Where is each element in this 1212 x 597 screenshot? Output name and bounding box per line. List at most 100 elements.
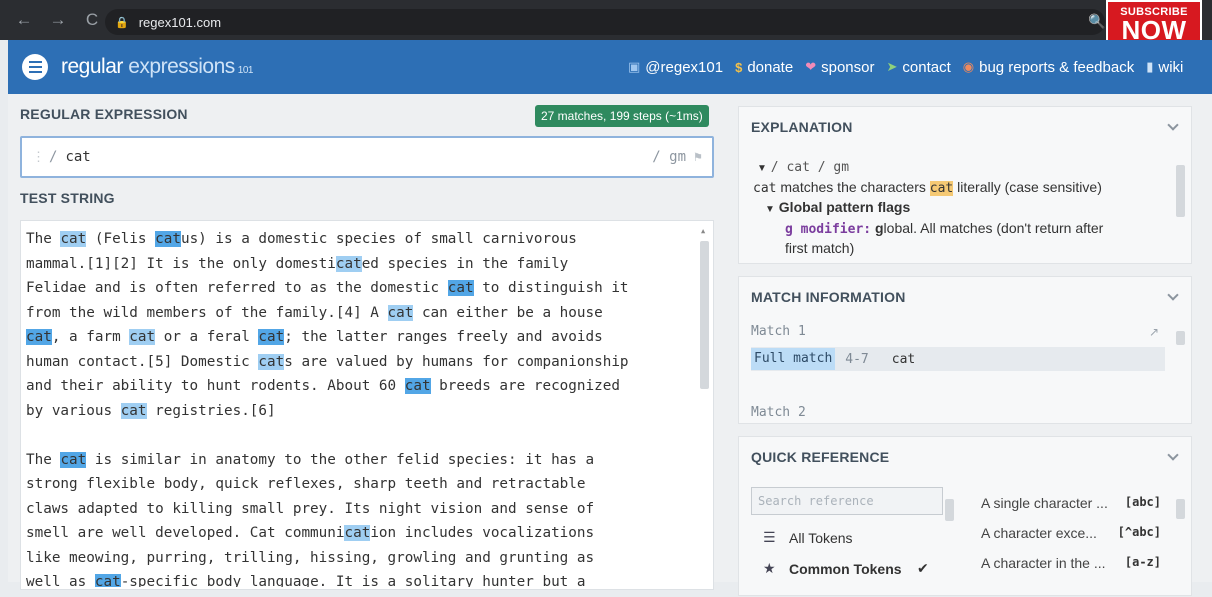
category-all-tokens[interactable]: ☰ All Tokens — [763, 529, 853, 546]
full-match-value: cat — [891, 351, 916, 367]
sidebar-panel: EXPLANATION ▼ / cat / gm cat matches the… — [726, 94, 1212, 596]
address-bar[interactable]: 🔒 regex101.com — [105, 9, 1105, 35]
explanation-scrollbar[interactable] — [1176, 153, 1185, 253]
explanation-text-a: matches the characters — [780, 179, 926, 195]
menu-icon[interactable] — [22, 54, 48, 80]
test-string-line: strong flexible body, quick reflexes, sh… — [26, 476, 586, 492]
test-string-scrollbar[interactable]: ▲ — [700, 227, 709, 597]
contact-link[interactable]: ➤ contact — [886, 59, 950, 76]
drag-handle-icon[interactable]: ⋮ — [32, 150, 45, 165]
match-1-label: Match 1 — [751, 324, 806, 339]
explanation-line: cat matches the characters cat literally… — [753, 178, 1159, 198]
regex-input[interactable]: ⋮ / cat / gm ⚑ — [20, 136, 714, 178]
address-url: regex101.com — [138, 14, 222, 30]
category-label: Common Tokens — [789, 560, 902, 577]
test-string-line: from the wild members of the family.[4] … — [26, 304, 603, 321]
reference-item-token: [a-z] — [1124, 555, 1161, 569]
share-icon[interactable]: ↗ — [1149, 325, 1159, 339]
forward-icon[interactable]: → — [44, 6, 72, 34]
chevron-down-icon[interactable] — [1167, 119, 1179, 131]
sponsor-link[interactable]: ❤ sponsor — [805, 59, 874, 76]
match-info-scrollbar[interactable] — [1176, 321, 1185, 417]
g-modifier-first: g — [874, 220, 884, 236]
full-match-label: Full match — [751, 348, 836, 370]
regex-match-highlight: cat — [60, 451, 87, 468]
categories-scrollbar[interactable] — [945, 487, 954, 597]
app-header: regular expressions 101 ▣ @regex101 $ don… — [8, 40, 1212, 94]
header-links: ▣ @regex101 $ donate ❤ sponsor ➤ contact… — [628, 40, 1183, 94]
test-string-line: The cat is similar in anatomy to the oth… — [26, 451, 595, 468]
quick-reference-card: QUICK REFERENCE Search reference ☰ All T… — [738, 436, 1192, 596]
test-string-line: cat, a farm cat or a feral cat; the latt… — [26, 329, 603, 345]
test-string-line: well as cat-specific body language. It i… — [26, 570, 698, 587]
site-logo[interactable]: regular expressions 101 — [61, 55, 253, 79]
database-icon: ☰ — [763, 529, 776, 545]
explanation-tree-root[interactable]: ▼ / cat / gm — [757, 157, 1159, 178]
scrollbar-thumb[interactable] — [1176, 499, 1185, 519]
chevron-down-icon[interactable] — [1167, 449, 1179, 461]
test-string-line: claws adapted to killing small prey. Its… — [26, 500, 595, 517]
back-icon[interactable]: ← — [10, 6, 38, 34]
category-common-tokens[interactable]: ★ Common Tokens — [763, 560, 902, 577]
heart-icon: ❤ — [805, 59, 817, 74]
scrollbar-thumb[interactable] — [700, 241, 709, 389]
reference-item[interactable]: A character in the ... [a-z] — [981, 555, 1161, 571]
test-string-line: smell are well developed. Cat communicat… — [26, 525, 595, 541]
reload-icon[interactable]: C — [78, 6, 106, 34]
scrollbar-thumb[interactable] — [1176, 165, 1185, 217]
regex-value[interactable]: cat — [65, 149, 90, 165]
regex-match-highlight: cat — [155, 231, 181, 247]
scroll-up-icon[interactable]: ▲ — [701, 227, 705, 235]
explanation-title: EXPLANATION — [751, 119, 853, 135]
explanation-highlight: cat — [929, 181, 954, 196]
bug-reports-label: bug reports & feedback — [979, 58, 1135, 76]
sponsor-label: sponsor — [821, 58, 875, 76]
bug-reports-link[interactable]: ◉ bug reports & feedback — [963, 59, 1134, 76]
book-icon: ▮ — [1146, 59, 1154, 74]
reference-item[interactable]: A single character ... [abc] — [981, 495, 1161, 511]
regex-flags[interactable]: / gm — [652, 149, 686, 165]
star-icon: ★ — [763, 560, 776, 576]
reference-item-label: A character in the ... — [981, 555, 1106, 571]
caret-down-icon[interactable]: ▼ — [765, 204, 775, 215]
flags-heading[interactable]: ▼ Global pattern flags — [765, 198, 1159, 219]
full-match-row[interactable]: Full match 4-7 cat — [751, 347, 1165, 371]
scrollbar-thumb[interactable] — [1176, 331, 1185, 345]
reference-scrollbar[interactable] — [1176, 487, 1185, 597]
g-modifier-label: g modifier: — [785, 222, 872, 237]
scrollbar-thumb[interactable] — [945, 499, 954, 521]
chevron-down-icon[interactable] — [1167, 289, 1179, 301]
explanation-text-b: literally (case sensitive) — [957, 179, 1102, 195]
browser-toolbar: ← → C 🔒 regex101.com 🔍 — [0, 0, 1212, 40]
explanation-code: cat — [753, 181, 777, 196]
zoom-icon[interactable]: 🔍 — [1088, 13, 1105, 30]
regex-match-highlight: cat — [335, 255, 362, 272]
now-text: NOW — [1121, 15, 1187, 45]
reference-item-label: A character exce... — [981, 525, 1097, 541]
flag-icon[interactable]: ⚑ — [694, 150, 702, 165]
twitter-link[interactable]: ▣ @regex101 — [628, 59, 723, 76]
regex-open-delimiter: / — [49, 149, 58, 165]
caret-down-icon[interactable]: ▼ — [757, 163, 767, 174]
test-string-line: human contact.[5] Domestic cats are valu… — [26, 353, 629, 370]
logo-sub: expressions — [128, 55, 235, 78]
regex-match-highlight: cat — [344, 525, 371, 541]
test-string-text[interactable]: The cat (Felis catus) is a domestic spec… — [26, 227, 698, 587]
check-icon: ✔ — [917, 560, 929, 576]
reference-item-label: A single character ... — [981, 495, 1108, 511]
wiki-link[interactable]: ▮ wiki — [1146, 59, 1183, 76]
wiki-label: wiki — [1158, 58, 1184, 76]
reference-search-input[interactable]: Search reference — [751, 487, 943, 515]
test-string-line: Felidae and is often referred to as the … — [26, 280, 629, 296]
flags-heading-text: Global pattern flags — [778, 199, 911, 215]
editor-panel: REGULAR EXPRESSION 27 matches, 199 steps… — [8, 94, 726, 590]
reference-item[interactable]: A character exce... [^abc] — [981, 525, 1161, 541]
test-string-line — [26, 423, 698, 448]
donate-link[interactable]: $ donate — [735, 59, 793, 76]
test-string-line: like meowing, purring, trilling, hissing… — [26, 549, 595, 566]
tree-root-regex: / cat / gm — [770, 160, 850, 175]
reference-item-token: [abc] — [1124, 495, 1161, 509]
match-summary-badge: 27 matches, 199 steps (~1ms) — [535, 105, 709, 127]
test-string-editor[interactable]: The cat (Felis catus) is a domestic spec… — [20, 220, 714, 590]
regex-match-highlight: cat — [258, 329, 285, 345]
